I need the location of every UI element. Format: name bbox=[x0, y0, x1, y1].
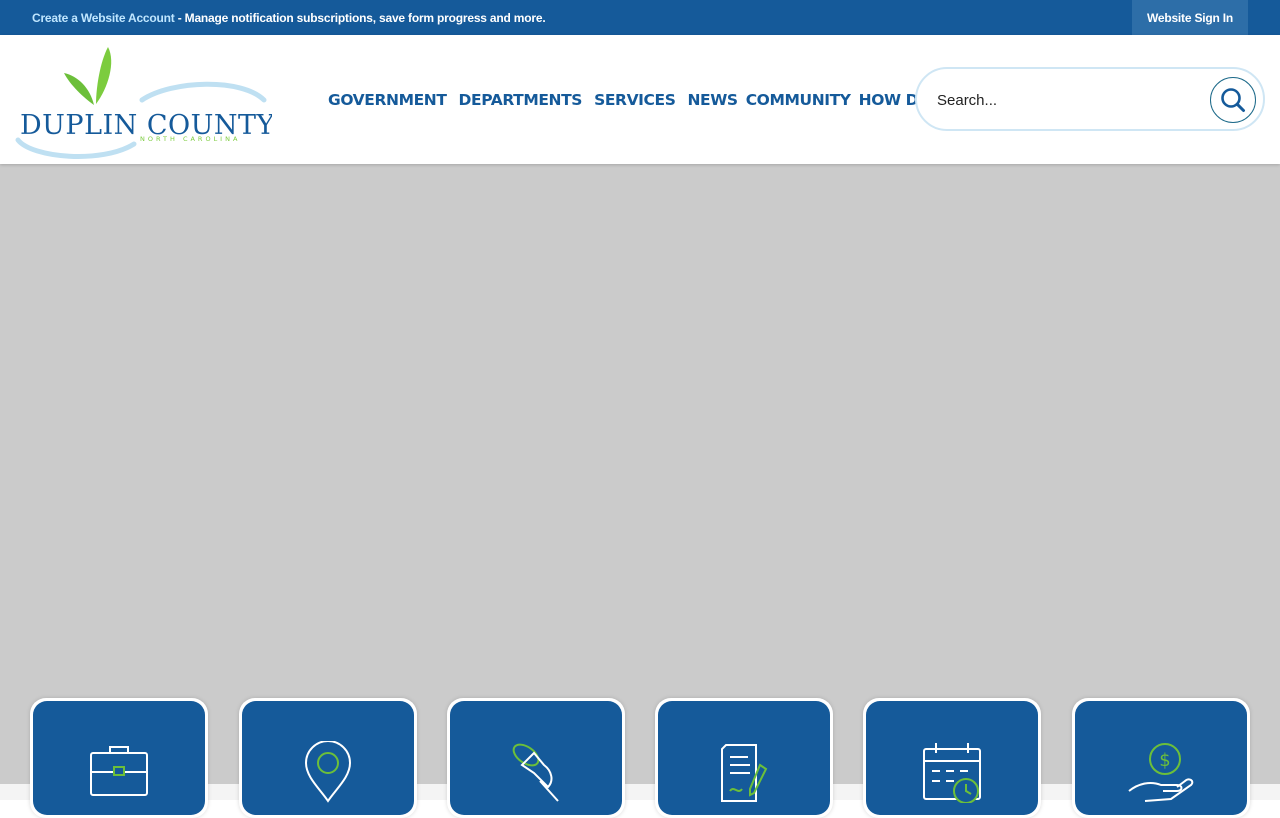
nav-community[interactable]: COMMUNITY bbox=[746, 90, 851, 110]
logo-subtitle: NORTH CAROLINA bbox=[140, 135, 240, 143]
map-pin-icon bbox=[304, 741, 352, 803]
quick-links: $ bbox=[0, 698, 1280, 818]
create-account-link[interactable]: Create a Website Account bbox=[32, 11, 175, 25]
search-input[interactable] bbox=[937, 89, 1207, 111]
document-sign-icon bbox=[721, 744, 768, 802]
search-box bbox=[915, 67, 1265, 131]
nav-government[interactable]: GOVERNMENT bbox=[328, 90, 447, 110]
site-header: DUPLIN COUNTY NORTH CAROLINA GOVERNMENT … bbox=[0, 35, 1280, 164]
quick-link-tile[interactable] bbox=[447, 698, 625, 818]
nav-news[interactable]: NEWS bbox=[687, 90, 738, 110]
notification-bar: Create a Website Account - Manage notifi… bbox=[0, 0, 1280, 35]
hand-dollar-icon: $ bbox=[1128, 743, 1194, 802]
quick-link-tile[interactable] bbox=[239, 698, 417, 818]
calendar-clock-icon bbox=[923, 743, 981, 803]
quick-link-tile[interactable] bbox=[863, 698, 1041, 818]
hero-banner bbox=[0, 164, 1280, 784]
website-sign-in-button[interactable]: Website Sign In bbox=[1132, 0, 1248, 35]
quick-link-tile[interactable] bbox=[655, 698, 833, 818]
search-button[interactable] bbox=[1210, 77, 1256, 123]
pushpin-icon bbox=[512, 743, 559, 802]
svg-text:$: $ bbox=[1159, 750, 1170, 771]
duplin-county-logo[interactable]: DUPLIN COUNTY NORTH CAROLINA bbox=[12, 40, 275, 160]
nav-departments[interactable]: DEPARTMENTS bbox=[459, 90, 583, 110]
nav-services[interactable]: SERVICES bbox=[594, 90, 676, 110]
search-icon bbox=[1221, 88, 1245, 112]
quick-link-tile[interactable] bbox=[30, 698, 208, 818]
quick-link-tile[interactable]: $ bbox=[1072, 698, 1250, 818]
briefcase-icon bbox=[90, 746, 148, 796]
notification-text: - Manage notification subscriptions, sav… bbox=[174, 11, 546, 25]
notification-message: Create a Website Account - Manage notifi… bbox=[32, 11, 546, 25]
main-navigation: GOVERNMENT DEPARTMENTS SERVICES NEWS COM… bbox=[328, 89, 970, 111]
